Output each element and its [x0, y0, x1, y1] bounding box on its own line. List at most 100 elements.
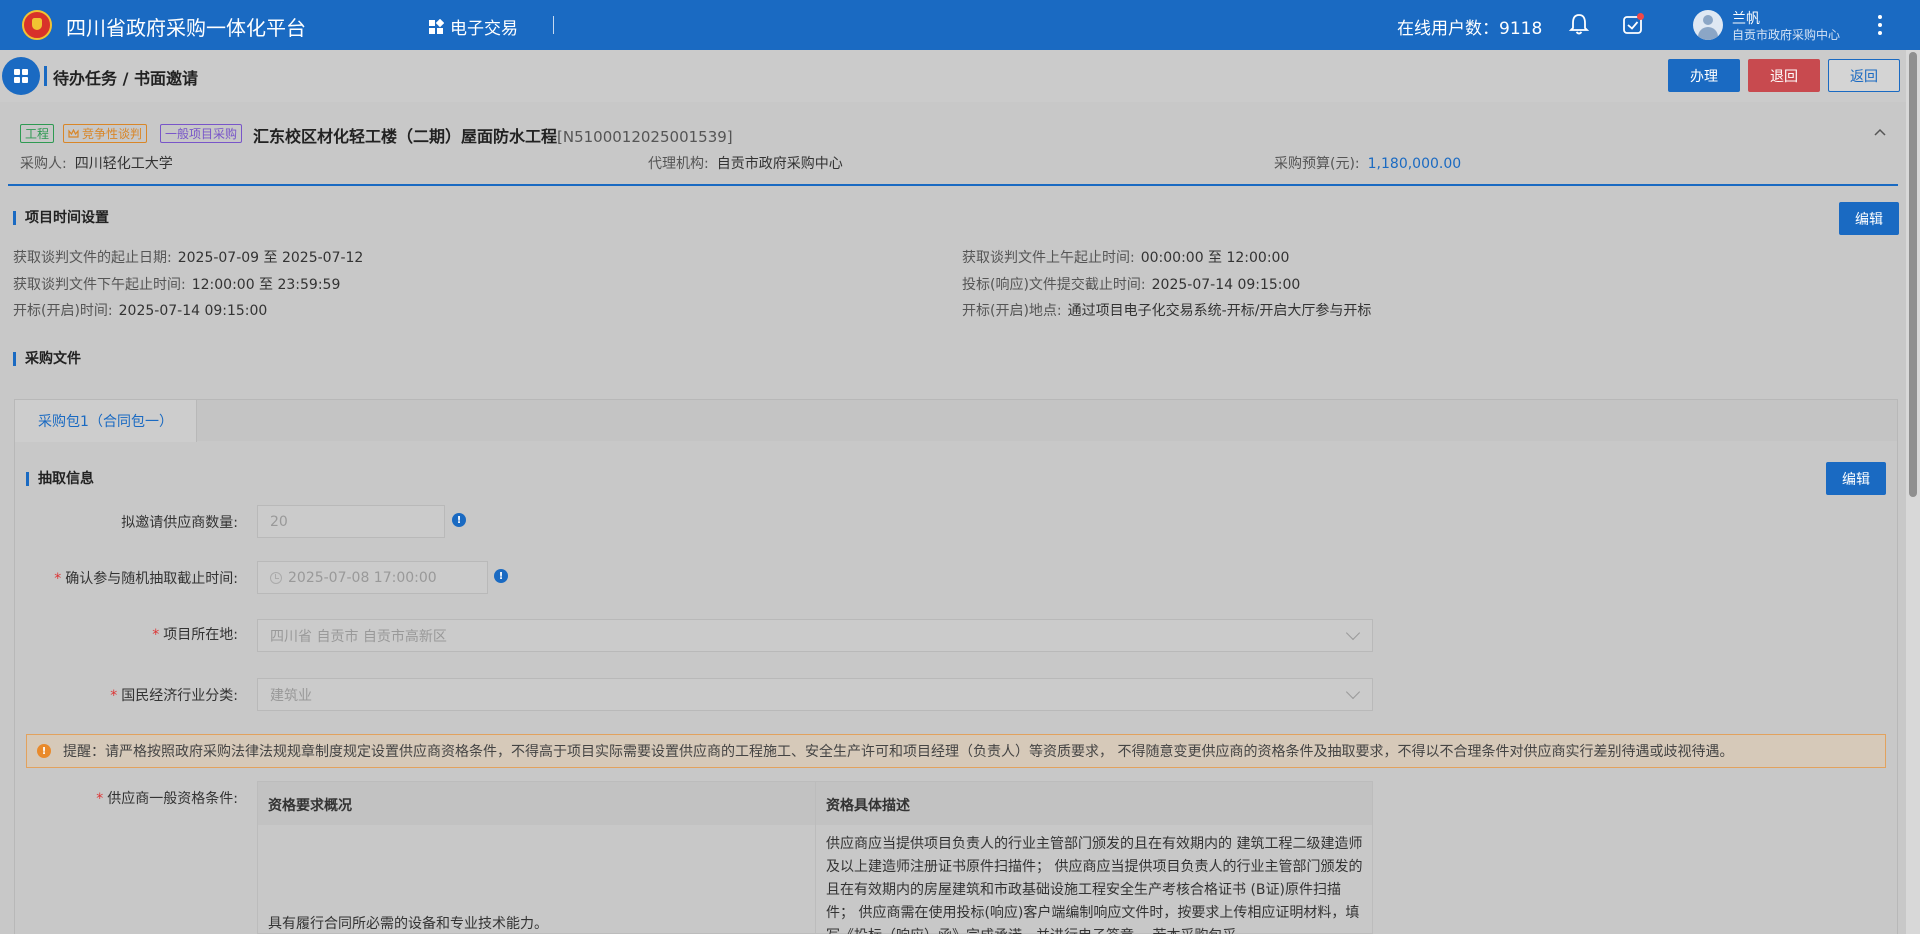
chevron-down-icon	[1345, 625, 1361, 641]
grid-apps-icon	[429, 18, 444, 34]
project-name: 汇东校区材化轻工楼（二期）屋面防水工程	[253, 127, 558, 146]
package-tabs: 采购包1（合同包一）	[14, 399, 1898, 442]
header-accent-bar	[44, 66, 47, 86]
vertical-scrollbar[interactable]	[1906, 50, 1920, 934]
back-button[interactable]: 返回	[1828, 59, 1900, 92]
time-item-label: 投标(响应)文件提交截止时间:	[962, 277, 1146, 293]
crown-icon	[68, 128, 79, 138]
supplier-count-info-icon[interactable]: !	[452, 513, 466, 527]
notification-badge	[1637, 13, 1644, 20]
time-item-value: 2025-07-14 09:15:00	[1151, 277, 1301, 293]
budget-label: 采购预算(元):	[1274, 156, 1360, 172]
qualification-label-text: 供应商一般资格条件:	[107, 791, 238, 807]
purchaser-info: 采购人: 四川轻化工大学	[20, 153, 173, 173]
time-item-label: 获取谈判文件上午起止时间:	[962, 250, 1135, 266]
time-item-value: 12:00:00 至 23:59:59	[191, 277, 341, 293]
time-item-label: 获取谈判文件的起止日期:	[13, 250, 172, 266]
purchaser-value: 四川轻化工大学	[74, 156, 173, 172]
national-emblem-icon	[22, 10, 52, 40]
column-divider	[815, 782, 816, 934]
more-vertical-icon[interactable]	[1874, 13, 1886, 37]
time-item-label: 开标(开启)地点:	[962, 303, 1062, 319]
purchaser-label: 采购人:	[20, 156, 67, 172]
top-bar: 四川省政府采购一体化平台 电子交易 在线用户数：9118 兰帆 自贡市政府采购中…	[0, 0, 1920, 50]
scrollbar-thumb[interactable]	[1909, 52, 1917, 497]
collapse-chevron-up-icon[interactable]	[1874, 124, 1886, 140]
section-title-extract: 抽取信息	[26, 472, 94, 486]
qualification-label: * 供应商一般资格条件:	[18, 788, 238, 808]
section-title-time: 项目时间设置	[13, 211, 109, 225]
required-mark: *	[54, 571, 62, 587]
location-select[interactable]: 四川省 自贡市 自贡市高新区	[257, 619, 1373, 652]
project-code: [N5100012025001539]	[557, 128, 733, 146]
industry-label: * 国民经济行业分类:	[18, 685, 238, 705]
time-item-value: 00:00:00 至 12:00:00	[1140, 250, 1290, 266]
project-title: 汇东校区材化轻工楼（二期）屋面防水工程[N5100012025001539]	[253, 123, 733, 147]
online-users: 在线用户数：9118	[1397, 19, 1543, 39]
user-name[interactable]: 兰帆	[1732, 8, 1760, 28]
time-item: 获取谈判文件下午起止时间: 12:00:00 至 23:59:59	[13, 274, 340, 294]
time-item: 获取谈判文件的起止日期: 2025-07-09 至 2025-07-12	[13, 247, 363, 267]
chevron-down-icon	[1345, 684, 1361, 700]
budget-value: 1,180,000.00	[1367, 156, 1462, 172]
agency-info: 代理机构: 自贡市政府采购中心	[648, 153, 843, 173]
column-header-summary: 资格要求概况	[268, 798, 352, 814]
project-summary: 工程 竞争性谈判 一般项目采购 汇东校区材化轻工楼（二期）屋面防水工程[N510…	[8, 110, 1898, 186]
tag-competitive-negotiation-label: 竞争性谈判	[82, 127, 143, 141]
edit-extract-button[interactable]: 编辑	[1826, 462, 1886, 495]
industry-value: 建筑业	[270, 687, 312, 704]
deadline-info-icon[interactable]: !	[494, 569, 508, 583]
nav-divider	[553, 16, 554, 34]
notice-text: 提醒：请严格按照政府采购法律法规规章制度规定设置供应商资格条件，不得高于项目实际…	[63, 744, 1734, 760]
site-title[interactable]: 四川省政府采购一体化平台	[66, 12, 306, 41]
time-item: 开标(开启)地点: 通过项目电子化交易系统-开标/开启大厅参与开标	[962, 300, 1371, 320]
handle-button[interactable]: 办理	[1668, 59, 1740, 92]
apps-menu-icon[interactable]	[2, 57, 40, 95]
industry-select[interactable]: 建筑业	[257, 678, 1373, 711]
time-item-label: 获取谈判文件下午起止时间:	[13, 277, 186, 293]
user-org: 自贡市政府采购中心	[1732, 28, 1841, 42]
page-header: 待办任务 / 书面邀请 办理 退回 返回	[0, 50, 1906, 102]
time-item-value: 通过项目电子化交易系统-开标/开启大厅参与开标	[1067, 303, 1372, 319]
required-mark: *	[110, 688, 118, 704]
deadline-label: * 确认参与随机抽取截止时间:	[18, 568, 238, 588]
warning-notice: ! 提醒：请严格按照政府采购法律法规规章制度规定设置供应商资格条件，不得高于项目…	[26, 734, 1886, 768]
warning-icon: !	[37, 744, 51, 758]
edit-time-button[interactable]: 编辑	[1839, 202, 1899, 235]
required-mark: *	[152, 627, 160, 643]
deadline-value: 2025-07-08 17:00:00	[288, 569, 437, 586]
tag-general-procurement: 一般项目采购	[160, 124, 243, 143]
time-item-value: 2025-07-14 09:15:00	[118, 303, 268, 319]
nav-electronic-trading-label: 电子交易	[450, 19, 518, 39]
deadline-label-text: 确认参与随机抽取截止时间:	[65, 571, 238, 587]
agency-label: 代理机构:	[648, 156, 709, 172]
time-item-label: 开标(开启)时间:	[13, 303, 113, 319]
time-item-value: 2025-07-09 至 2025-07-12	[177, 250, 364, 266]
breadcrumb: 待办任务 / 书面邀请	[53, 69, 198, 88]
location-value: 四川省 自贡市 自贡市高新区	[270, 628, 447, 645]
qualification-table: 资格要求概况 资格具体描述 具有履行合同所必需的设备和专业技术能力。 供应商应当…	[257, 781, 1373, 934]
avatar[interactable]	[1693, 10, 1723, 40]
qualification-summary-cell: 具有履行合同所必需的设备和专业技术能力。	[268, 916, 548, 932]
budget-info: 采购预算(元): 1,180,000.00	[1274, 153, 1461, 173]
time-item: 获取谈判文件上午起止时间: 00:00:00 至 12:00:00	[962, 247, 1289, 267]
location-label: * 项目所在地:	[18, 624, 238, 644]
tab-package-1[interactable]: 采购包1（合同包一）	[15, 400, 197, 442]
supplier-count-label: 拟邀请供应商数量:	[121, 515, 238, 531]
agency-value: 自贡市政府采购中心	[716, 156, 843, 172]
section-title-docs: 采购文件	[13, 352, 81, 366]
time-item: 开标(开启)时间: 2025-07-14 09:15:00	[13, 300, 267, 320]
location-label-text: 项目所在地:	[163, 627, 238, 643]
tag-competitive-negotiation: 竞争性谈判	[63, 124, 148, 143]
time-item: 投标(响应)文件提交截止时间: 2025-07-14 09:15:00	[962, 274, 1300, 294]
nav-electronic-trading[interactable]: 电子交易	[428, 14, 518, 39]
supplier-count-input[interactable]: 20	[257, 505, 445, 538]
bell-icon[interactable]	[1568, 12, 1590, 36]
column-header-detail: 资格具体描述	[826, 798, 910, 814]
clock-icon	[270, 571, 282, 584]
return-back-button[interactable]: 退回	[1748, 59, 1820, 92]
qualification-detail-cell: 供应商应当提供项目负责人的行业主管部门颁发的且在有效期内的 建筑工程二级建造师及…	[826, 836, 1363, 934]
deadline-input[interactable]: 2025-07-08 17:00:00	[257, 561, 488, 594]
tag-engineering: 工程	[20, 124, 55, 143]
required-mark: *	[96, 791, 104, 807]
